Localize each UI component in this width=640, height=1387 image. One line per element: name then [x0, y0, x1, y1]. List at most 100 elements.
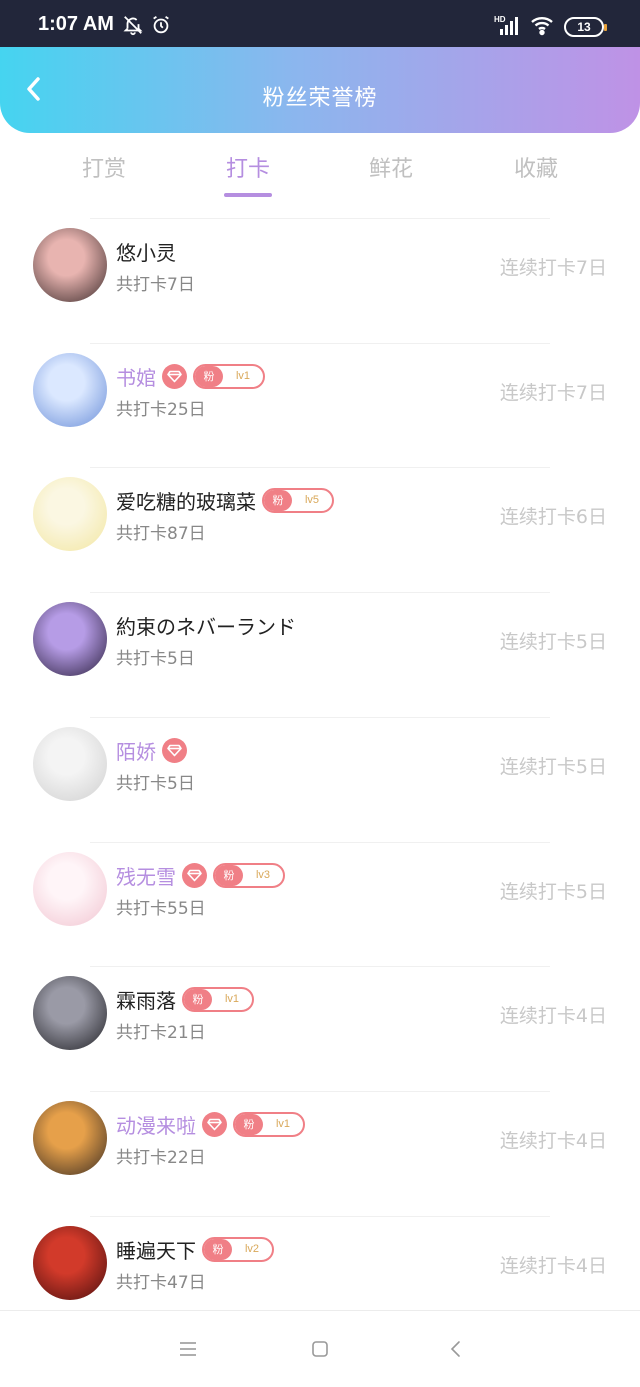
streak-checkins: 连续打卡4日: [499, 1130, 607, 1152]
fan-badge-label: 粉: [215, 864, 243, 886]
streak-checkins: 连续打卡4日: [499, 1255, 607, 1277]
avatar[interactable]: [33, 477, 107, 551]
row-divider: [90, 592, 550, 593]
fan-level-badge: 粉 lv1: [182, 986, 254, 1012]
avatar[interactable]: [33, 976, 107, 1050]
fan-badge-label: 粉: [235, 1113, 263, 1135]
status-left-icons: [122, 14, 172, 40]
fan-badge-label: 粉: [184, 988, 212, 1010]
fan-level-badge: 粉 lv1: [233, 1111, 305, 1137]
status-bar: 1:07 AM HD 13: [0, 0, 640, 47]
diamond-icon: [182, 862, 207, 888]
fan-row[interactable]: 霖雨落粉 lv1 共打卡21日 连续打卡4日: [0, 966, 640, 1090]
row-divider: [90, 218, 550, 219]
avatar[interactable]: [33, 727, 107, 801]
fan-badge-level: lv1: [224, 993, 240, 1005]
total-checkins: 共打卡22日: [116, 1148, 206, 1168]
row-divider: [90, 467, 550, 468]
status-time: 1:07 AM: [38, 13, 114, 35]
fan-badge-level: lv1: [235, 370, 251, 382]
streak-checkins: 连续打卡6日: [499, 506, 607, 528]
hd-signal-icon: HD: [494, 14, 520, 40]
name-line: 霖雨落粉 lv1: [116, 986, 254, 1013]
fan-badge-label: 粉: [264, 489, 292, 511]
avatar[interactable]: [33, 1226, 107, 1300]
streak-checkins: 连续打卡5日: [499, 881, 607, 903]
fan-level-badge: 粉 lv1: [193, 363, 265, 389]
tab-favorites[interactable]: 收藏: [486, 151, 586, 183]
svg-text:HD: HD: [494, 15, 506, 24]
fan-level-badge: 粉 lv3: [213, 862, 285, 888]
menu-icon[interactable]: [176, 1337, 200, 1361]
fan-row[interactable]: 书婠 粉 lv1 共打卡25日 连续打卡7日: [0, 343, 640, 467]
fan-row[interactable]: 爱吃糖的玻璃菜粉 lv5 共打卡87日 连续打卡6日: [0, 467, 640, 591]
fan-name: 約束のネバーランド: [116, 614, 296, 639]
tab-flowers-label: 鲜花: [368, 157, 413, 182]
avatar[interactable]: [33, 228, 107, 302]
avatar[interactable]: [33, 602, 107, 676]
streak-checkins: 连续打卡7日: [499, 382, 607, 404]
name-line: 睡遍天下粉 lv2: [116, 1236, 274, 1263]
name-line: 約束のネバーランド: [116, 612, 296, 639]
total-checkins: 共打卡7日: [116, 275, 195, 295]
name-line: 残无雪 粉 lv3: [116, 862, 285, 889]
fan-row[interactable]: 約束のネバーランド 共打卡5日 连续打卡5日: [0, 592, 640, 716]
total-checkins: 共打卡87日: [116, 524, 206, 544]
avatar[interactable]: [33, 852, 107, 926]
fan-row[interactable]: 陌娇 共打卡5日 连续打卡5日: [0, 717, 640, 841]
tab-bar: 打赏 打卡 鲜花 收藏: [0, 133, 640, 205]
fan-name: 悠小灵: [116, 240, 176, 265]
total-checkins: 共打卡47日: [116, 1273, 206, 1293]
name-line: 陌娇: [116, 737, 187, 764]
alarm-icon: [150, 14, 172, 40]
streak-checkins: 连续打卡7日: [499, 257, 607, 279]
fan-name: 动漫来啦: [116, 1113, 196, 1138]
fan-name: 陌娇: [116, 739, 156, 764]
diamond-icon: [202, 1111, 227, 1137]
tab-checkin[interactable]: 打卡: [198, 151, 298, 197]
row-divider: [90, 966, 550, 967]
streak-checkins: 连续打卡4日: [499, 1005, 607, 1027]
diamond-icon: [162, 737, 187, 763]
avatar[interactable]: [33, 353, 107, 427]
name-line: 爱吃糖的玻璃菜粉 lv5: [116, 487, 334, 514]
row-divider: [90, 343, 550, 344]
fan-row[interactable]: 悠小灵共打卡7日 连续打卡7日: [0, 218, 640, 342]
fan-name: 睡遍天下: [116, 1238, 196, 1263]
row-divider: [90, 842, 550, 843]
system-nav-bar: [0, 1310, 640, 1387]
fan-row[interactable]: 残无雪 粉 lv3 共打卡55日 连续打卡5日: [0, 842, 640, 966]
mute-bell-icon: [122, 14, 144, 40]
home-square-icon[interactable]: [308, 1337, 332, 1361]
fan-row[interactable]: 动漫来啦 粉 lv1 共打卡22日 连续打卡4日: [0, 1091, 640, 1215]
battery-icon: 13: [564, 17, 607, 37]
tab-tip[interactable]: 打赏: [54, 151, 154, 183]
total-checkins: 共打卡5日: [116, 649, 195, 669]
tab-flowers[interactable]: 鲜花: [341, 151, 441, 183]
fan-badge-level: lv3: [255, 869, 271, 881]
back-triangle-icon[interactable]: [443, 1337, 467, 1361]
fan-badge-level: lv2: [244, 1243, 260, 1255]
status-right-icons: HD 13: [494, 14, 607, 40]
fan-badge-label: 粉: [195, 365, 223, 387]
tab-active-indicator: [224, 193, 272, 197]
header: 粉丝荣誉榜: [0, 47, 640, 133]
total-checkins: 共打卡55日: [116, 899, 206, 919]
wifi-icon: [530, 14, 554, 40]
row-divider: [90, 1216, 550, 1217]
name-line: 悠小灵: [116, 238, 176, 265]
avatar[interactable]: [33, 1101, 107, 1175]
streak-checkins: 连续打卡5日: [499, 756, 607, 778]
fan-name: 书婠: [116, 365, 156, 390]
fan-badge-level: lv5: [304, 494, 320, 506]
row-divider: [90, 1091, 550, 1092]
total-checkins: 共打卡25日: [116, 400, 206, 420]
name-line: 动漫来啦 粉 lv1: [116, 1111, 305, 1138]
page-title: 粉丝荣誉榜: [262, 86, 378, 111]
fan-name: 霖雨落: [116, 988, 176, 1013]
name-line: 书婠 粉 lv1: [116, 363, 265, 390]
fan-level-badge: 粉 lv2: [202, 1236, 274, 1262]
total-checkins: 共打卡21日: [116, 1023, 206, 1043]
row-divider: [90, 717, 550, 718]
fan-level-badge: 粉 lv5: [262, 487, 334, 513]
